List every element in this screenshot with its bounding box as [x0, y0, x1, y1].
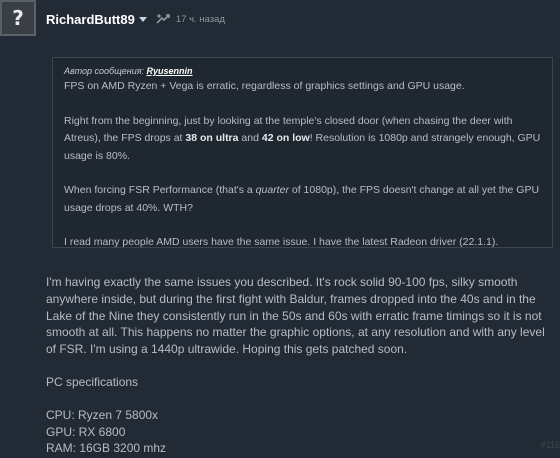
avatar[interactable]: ?	[0, 0, 36, 36]
post-header: RichardButt89 17 ч. назад	[46, 10, 225, 28]
quote-text: and	[238, 132, 262, 144]
quote-paragraph: Right from the beginning, just by lookin…	[64, 113, 541, 166]
quote-bold-text: 42 on low	[261, 132, 310, 144]
quote-text: When forcing FSR Performance (that's a	[64, 184, 256, 196]
spec-ram: RAM: 16GB 3200 mhz	[46, 441, 167, 456]
author-name[interactable]: RichardButt89	[46, 12, 135, 27]
quote-block: Автор сообщения: Ryusennin FPS on AMD Ry…	[52, 57, 553, 248]
forum-post: ? RichardButt89 17 ч. назад Автор сообще…	[0, 0, 560, 458]
quote-paragraph: FPS on AMD Ryzen + Vega is erratic, rega…	[64, 80, 465, 92]
post-paragraph: PC specifications	[46, 374, 139, 389]
quote-author-link[interactable]: Ryusennin	[147, 66, 193, 76]
quote-author-prefix: Автор сообщения:	[64, 66, 145, 76]
quote-header: Автор сообщения: Ryusennin	[64, 65, 541, 78]
quote-bold-text: 38 on ultra	[185, 132, 239, 144]
post-paragraph: I'm having exactly the same issues you d…	[46, 275, 545, 357]
post-number[interactable]: #116	[541, 440, 560, 450]
quote-paragraph: When forcing FSR Performance (that's a q…	[64, 182, 541, 217]
post-timestamp: 17 ч. назад	[175, 13, 225, 25]
quote-paragraph: I read many people AMD users have the sa…	[64, 236, 499, 248]
chevron-down-icon[interactable]	[138, 16, 147, 22]
award-icon[interactable]	[156, 13, 170, 25]
quote-italic-text: quarter	[255, 184, 289, 196]
spec-gpu: GPU: RX 6800	[46, 424, 126, 439]
avatar-placeholder-glyph: ?	[12, 6, 24, 30]
post-body: I'm having exactly the same issues you d…	[46, 274, 554, 457]
spec-cpu: CPU: Ryzen 7 5800x	[46, 407, 159, 422]
